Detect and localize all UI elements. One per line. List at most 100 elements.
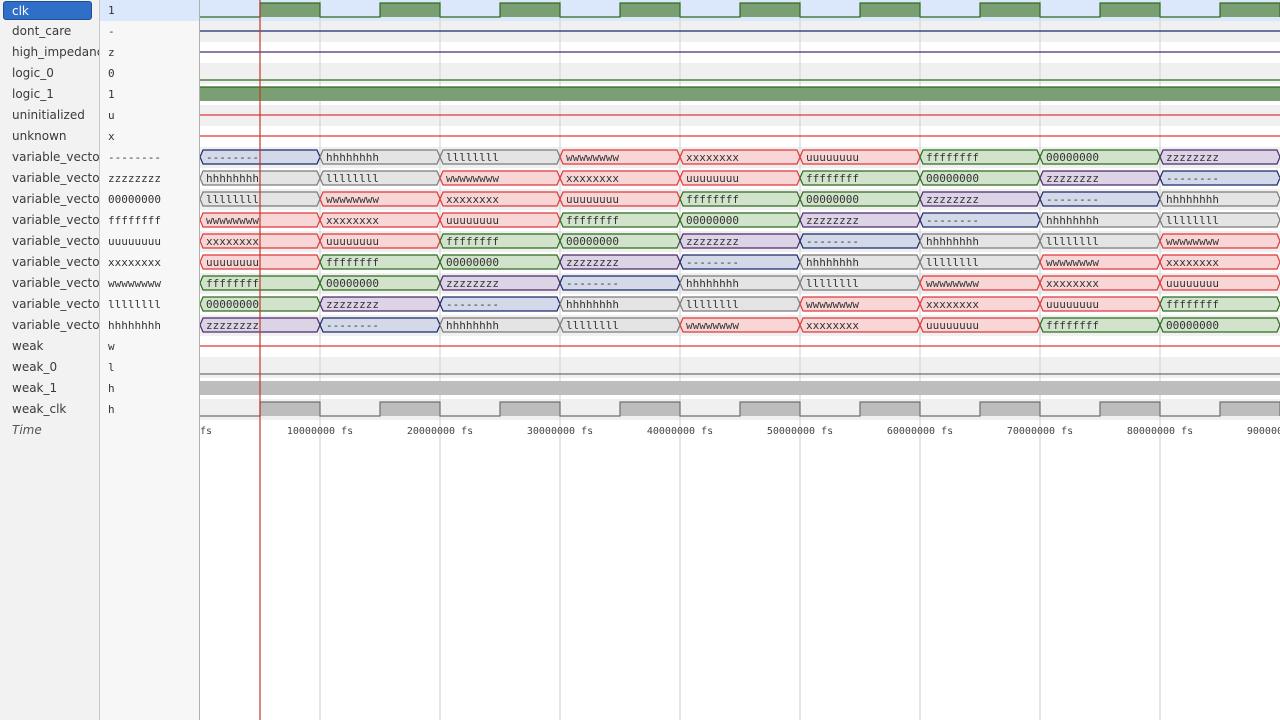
signal-name-8[interactable]: variable_vector xyxy=(0,168,99,189)
vector-segment-label: zzzzzzzz xyxy=(566,256,619,269)
vector-segment-label: uuuuuuuu xyxy=(446,214,499,227)
clock-high-pulse xyxy=(1100,3,1160,17)
clock-high-pulse xyxy=(380,402,440,416)
vector-segment-label: wwwwwwww xyxy=(926,277,979,290)
clock-high-pulse xyxy=(620,402,680,416)
signal-value-6: x xyxy=(108,130,115,143)
timeline-tick-label: 90000000 fs xyxy=(1247,426,1280,437)
timeline-tick-label: 20000000 fs xyxy=(407,426,473,437)
vector-segment-label: wwwwwwww xyxy=(1046,256,1099,269)
timeline-tick-label: 50000000 fs xyxy=(767,426,833,437)
vector-segment-label: uuuuuuuu xyxy=(1046,298,1099,311)
vector-segment-label: hhhhhhhh xyxy=(1166,193,1219,206)
signal-name-2[interactable]: high_impedanc xyxy=(0,42,99,63)
signal-name-1[interactable]: dont_care xyxy=(0,21,99,42)
vector-segment-label: llllllll xyxy=(566,319,619,332)
clock-high-pulse xyxy=(1220,3,1280,17)
vector-segment-label: ffffffff xyxy=(686,193,739,206)
vector-segment-label: -------- xyxy=(1166,172,1219,185)
signal-value-7: -------- xyxy=(108,151,161,164)
vector-segment-label: 00000000 xyxy=(566,235,619,248)
signal-name-9[interactable]: variable_vector xyxy=(0,189,99,210)
clock-high-pulse xyxy=(980,402,1040,416)
timeline-tick-label: 60000000 fs xyxy=(887,426,953,437)
vector-segment-label: -------- xyxy=(446,298,499,311)
waveform-pane[interactable]: -------- hhhhhhhh llllllll wwwwwwww xxxxxxxx… xyxy=(200,0,1280,720)
vector-segment-label: ffffffff xyxy=(1046,319,1099,332)
signal-name-5[interactable]: uninitialized xyxy=(0,105,99,126)
vector-segment-label: llllllll xyxy=(1166,214,1219,227)
vector-segment-label: uuuuuuuu xyxy=(686,172,739,185)
logic-high-fill xyxy=(200,87,1280,101)
vector-segment-label: ffffffff xyxy=(566,214,619,227)
vector-segment-label: -------- xyxy=(566,277,619,290)
signal-name-4[interactable]: logic_1 xyxy=(0,84,99,105)
timeline-tick-label: 80000000 fs xyxy=(1127,426,1193,437)
vector-segment-label: zzzzzzzz xyxy=(326,298,379,311)
signal-value-13: wwwwwwww xyxy=(108,277,161,290)
vector-segment-label: llllllll xyxy=(926,256,979,269)
vector-segment-label: 00000000 xyxy=(926,172,979,185)
timeline-tick-label: 40000000 fs xyxy=(647,426,713,437)
vector-segment-label: zzzzzzzz xyxy=(926,193,979,206)
vector-segment-label: hhhhhhhh xyxy=(566,298,619,311)
signal-value-10: ffffffff xyxy=(108,214,161,227)
signal-name-3[interactable]: logic_0 xyxy=(0,63,99,84)
vector-segment-label: wwwwwwww xyxy=(446,172,499,185)
vector-segment-label: ffffffff xyxy=(1166,298,1219,311)
weak-high-fill xyxy=(200,381,1280,395)
vector-segment-label: hhhhhhhh xyxy=(326,151,379,164)
clock-high-pulse xyxy=(860,3,920,17)
signal-name-7[interactable]: variable_vector xyxy=(0,147,99,168)
signal-name-14[interactable]: variable_vector xyxy=(0,294,99,315)
vector-segment-label: uuuuuuuu xyxy=(806,151,859,164)
vector-segment-label: -------- xyxy=(686,256,739,269)
vector-segment-label: llllllll xyxy=(1046,235,1099,248)
vector-segment-label: wwwwwwww xyxy=(326,193,379,206)
clock-high-pulse xyxy=(740,402,800,416)
signal-name-10[interactable]: variable_vector xyxy=(0,210,99,231)
vector-segment-label: zzzzzzzz xyxy=(206,319,259,332)
vector-segment-label: llllllll xyxy=(326,172,379,185)
row-background xyxy=(200,63,1280,84)
signal-value-9: 00000000 xyxy=(108,193,161,206)
vector-segment-label: zzzzzzzz xyxy=(806,214,859,227)
signal-name-16[interactable]: weak xyxy=(0,336,99,357)
vector-segment-label: hhhhhhhh xyxy=(926,235,979,248)
signal-name-6[interactable]: unknown xyxy=(0,126,99,147)
signal-name-0[interactable]: clk xyxy=(3,1,92,20)
vector-segment-label: xxxxxxxx xyxy=(326,214,379,227)
vector-segment-label: zzzzzzzz xyxy=(1046,172,1099,185)
signal-name-12[interactable]: variable_vector xyxy=(0,252,99,273)
clock-high-pulse xyxy=(500,402,560,416)
timeline-tick-label: fs xyxy=(200,426,212,437)
vector-segment-label: -------- xyxy=(1046,193,1099,206)
signal-value-15: hhhhhhhh xyxy=(108,319,161,332)
clock-high-pulse xyxy=(500,3,560,17)
vector-segment-label: hhhhhhhh xyxy=(806,256,859,269)
signal-name-11[interactable]: variable_vector xyxy=(0,231,99,252)
signal-name-15[interactable]: variable_vector xyxy=(0,315,99,336)
vector-segment-label: llllllll xyxy=(446,151,499,164)
time-row-label: Time xyxy=(12,423,42,437)
vector-segment-label: ffffffff xyxy=(206,277,259,290)
vector-segment-label: llllllll xyxy=(806,277,859,290)
signal-value-pane: 1 - z 0 1 u x -------- zzzzzzzz 00000000 ffffffff u… xyxy=(100,0,200,720)
signal-value-5: u xyxy=(108,109,115,122)
signal-name-17[interactable]: weak_0 xyxy=(0,357,99,378)
waveform-canvas[interactable]: -------- hhhhhhhh llllllll wwwwwwww xxxxxxxx… xyxy=(200,0,1280,720)
signal-name-19[interactable]: weak_clk xyxy=(0,399,99,420)
signal-name-18[interactable]: weak_1 xyxy=(0,378,99,399)
vector-segment-label: xxxxxxxx xyxy=(206,235,259,248)
vector-segment-label: xxxxxxxx xyxy=(1046,277,1099,290)
vector-segment-label: ffffffff xyxy=(446,235,499,248)
clock-high-pulse xyxy=(740,3,800,17)
signal-value-8: zzzzzzzz xyxy=(108,172,161,185)
signal-value-16: w xyxy=(108,340,115,353)
vector-segment-label: hhhhhhhh xyxy=(1046,214,1099,227)
vector-segment-label: xxxxxxxx xyxy=(806,319,859,332)
vector-segment-label: -------- xyxy=(206,151,259,164)
signal-name-13[interactable]: variable_vector xyxy=(0,273,99,294)
vector-segment-label: uuuuuuuu xyxy=(566,193,619,206)
vector-segment-label: uuuuuuuu xyxy=(326,235,379,248)
